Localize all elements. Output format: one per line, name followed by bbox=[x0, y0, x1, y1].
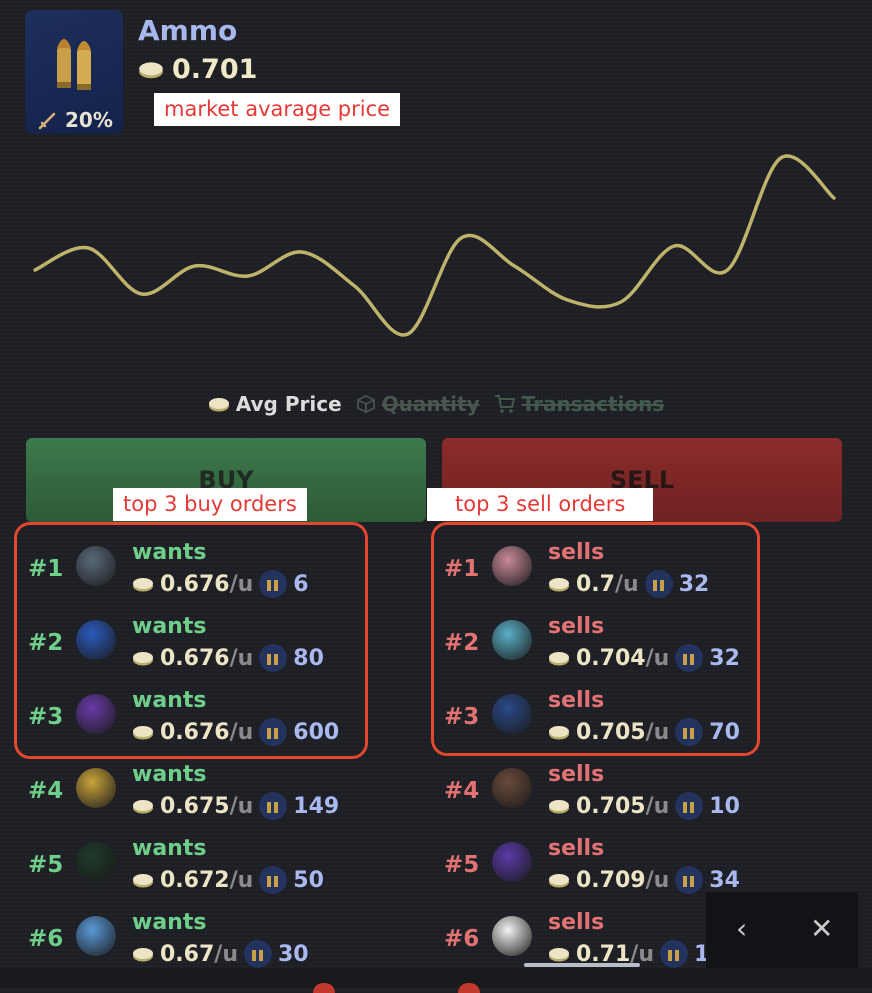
highlight-top-buy bbox=[14, 522, 368, 759]
order-price: 0.67 bbox=[160, 941, 215, 967]
order-details: 0.672/u 50 bbox=[132, 866, 324, 894]
bonus-row: 20% bbox=[37, 108, 113, 132]
coin-icon bbox=[133, 799, 153, 813]
buy-order-row[interactable]: #5 wants 0.672/u 50 bbox=[28, 832, 388, 906]
cart-icon bbox=[494, 395, 515, 413]
order-action: wants bbox=[132, 910, 207, 935]
avatar[interactable] bbox=[492, 842, 532, 882]
tab-transactions[interactable]: Transactions bbox=[494, 392, 665, 416]
order-action: sells bbox=[548, 762, 605, 787]
prev-button[interactable]: ‹ bbox=[736, 912, 747, 945]
close-button[interactable]: ✕ bbox=[810, 912, 833, 945]
order-unit: /u bbox=[229, 793, 254, 819]
bonus-percent: 20% bbox=[65, 108, 113, 132]
order-quantity: 10 bbox=[709, 793, 740, 819]
sword-icon bbox=[38, 112, 56, 130]
tab-avg-price[interactable]: Avg Price bbox=[208, 392, 342, 416]
sell-order-row[interactable]: #4 sells 0.705/u 10 bbox=[444, 758, 804, 832]
annotation-buy-orders: top 3 buy orders bbox=[113, 488, 307, 521]
ammo-icon bbox=[57, 39, 91, 90]
order-unit: /u bbox=[645, 793, 670, 819]
coin-icon bbox=[208, 397, 229, 411]
highlight-top-sell bbox=[431, 522, 760, 756]
order-quantity: 50 bbox=[293, 867, 324, 893]
avatar[interactable] bbox=[492, 916, 532, 956]
price-chart bbox=[33, 154, 836, 337]
order-price: 0.709 bbox=[576, 867, 646, 893]
coin-icon bbox=[133, 947, 153, 961]
order-details: 0.705/u 10 bbox=[548, 792, 740, 820]
item-price: 0.701 bbox=[172, 54, 258, 85]
avatar[interactable] bbox=[76, 916, 116, 956]
ammo-icon bbox=[675, 792, 704, 820]
order-price: 0.672 bbox=[160, 867, 230, 893]
item-price-row: 0.701 bbox=[138, 54, 257, 85]
tab-avg-price-label: Avg Price bbox=[235, 392, 342, 416]
buy-order-row[interactable]: #4 wants 0.675/u 149 bbox=[28, 758, 388, 832]
tab-quantity-label: Quantity bbox=[381, 392, 480, 416]
coin-icon bbox=[139, 61, 163, 78]
order-quantity: 149 bbox=[293, 793, 340, 819]
ammo-icon bbox=[675, 866, 704, 894]
order-details: 0.709/u 34 bbox=[548, 866, 740, 894]
annotation-market-price: market avarage price bbox=[154, 93, 401, 126]
order-rank: #5 bbox=[444, 852, 480, 878]
order-quantity: 30 bbox=[277, 941, 309, 967]
avatar[interactable] bbox=[492, 768, 532, 808]
tab-quantity[interactable]: Quantity bbox=[356, 392, 480, 416]
order-action: wants bbox=[132, 836, 207, 861]
order-details: 0.675/u 149 bbox=[132, 792, 339, 820]
order-rank: #4 bbox=[28, 778, 64, 804]
order-rank: #4 bbox=[444, 778, 480, 804]
item-title: Ammo bbox=[138, 14, 238, 47]
cube-icon bbox=[356, 394, 375, 414]
coin-icon bbox=[549, 873, 569, 887]
avatar[interactable] bbox=[76, 768, 116, 808]
order-price: 0.705 bbox=[576, 793, 646, 819]
ammo-icon bbox=[259, 792, 288, 820]
order-details: 0.67/u 30 bbox=[132, 940, 309, 968]
annotation-sell-orders: top 3 sell orders bbox=[427, 488, 654, 521]
order-action: sells bbox=[548, 910, 605, 935]
metric-tabs: Avg Price Quantity Transactions bbox=[0, 392, 872, 416]
order-unit: /u bbox=[229, 867, 254, 893]
tab-transactions-label: Transactions bbox=[521, 392, 665, 416]
coin-icon bbox=[549, 799, 569, 813]
bottom-bar bbox=[0, 968, 872, 988]
price-line bbox=[33, 154, 836, 337]
order-rank: #6 bbox=[444, 926, 480, 952]
ammo-icon bbox=[243, 940, 272, 968]
item-tile: 20% bbox=[25, 10, 123, 134]
order-action: wants bbox=[132, 762, 207, 787]
order-unit: /u bbox=[645, 867, 670, 893]
scroll-indicator[interactable] bbox=[524, 963, 640, 967]
order-price: 0.675 bbox=[160, 793, 230, 819]
coin-icon bbox=[133, 873, 153, 887]
order-action: sells bbox=[548, 836, 605, 861]
nav-popup: ‹ ✕ bbox=[706, 892, 858, 968]
order-unit: /u bbox=[214, 941, 238, 967]
ammo-icon bbox=[259, 866, 288, 894]
order-quantity: 34 bbox=[709, 867, 740, 893]
ammo-icon bbox=[659, 940, 688, 968]
coin-icon bbox=[549, 947, 569, 961]
order-rank: #5 bbox=[28, 852, 64, 878]
order-rank: #6 bbox=[28, 926, 64, 952]
avatar[interactable] bbox=[76, 842, 116, 882]
